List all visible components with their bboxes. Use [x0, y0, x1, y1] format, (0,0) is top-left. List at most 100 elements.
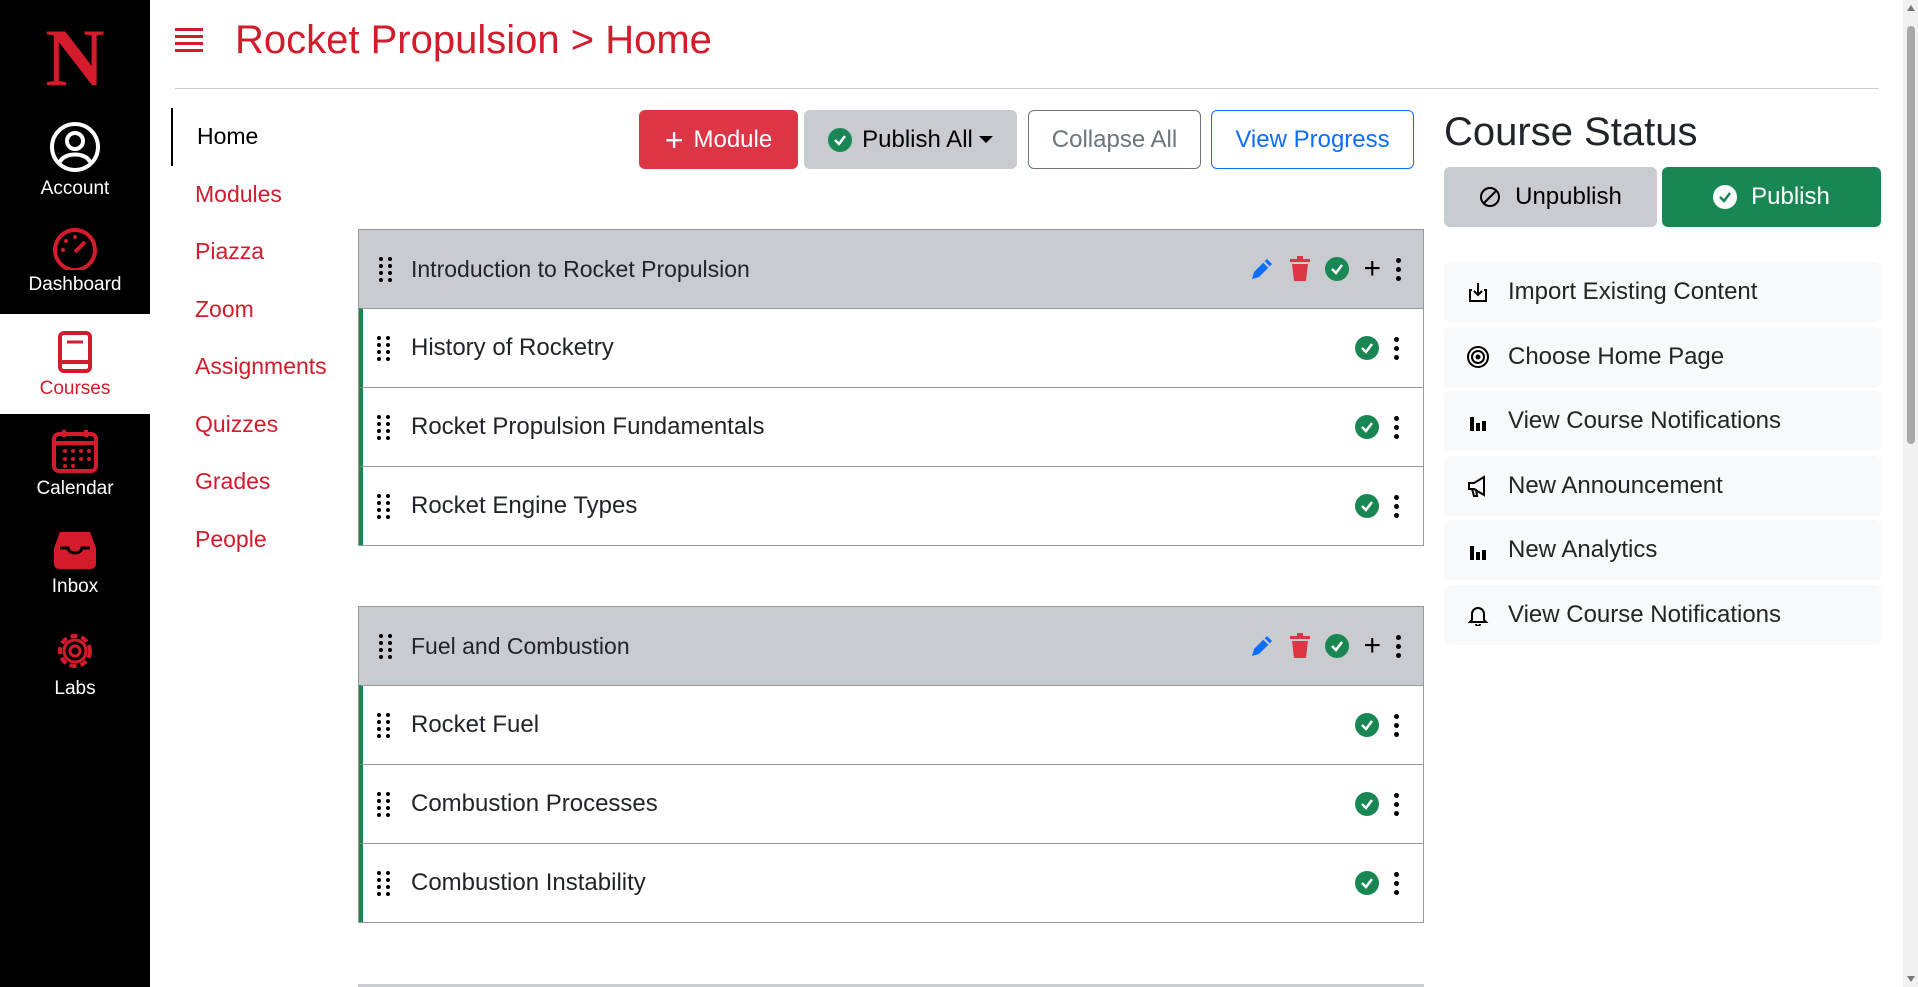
more-options-icon[interactable] — [1393, 494, 1399, 518]
course-nav-grades[interactable]: Grades — [171, 453, 351, 511]
ban-icon — [1480, 187, 1501, 207]
scroll-up-arrow-icon[interactable] — [1907, 5, 1915, 11]
drag-handle-icon[interactable] — [377, 331, 391, 365]
import-existing-content-button[interactable]: Import Existing Content — [1444, 262, 1881, 322]
action-label: Choose Home Page — [1508, 342, 1725, 370]
vertical-scrollbar[interactable] — [1903, 0, 1918, 987]
more-options-icon[interactable] — [1393, 336, 1399, 360]
publish-label: Publish — [1751, 183, 1830, 210]
more-options-icon[interactable] — [1393, 713, 1399, 737]
unpublish-label: Unpublish — [1515, 183, 1622, 210]
view-course-notifications-button[interactable]: View Course Notifications — [1444, 391, 1881, 451]
bar-chart-icon — [1466, 538, 1490, 562]
published-check-icon[interactable] — [1355, 871, 1379, 895]
trash-icon[interactable] — [1289, 256, 1311, 282]
nav-labs[interactable]: Labs — [0, 628, 150, 728]
caret-down-icon — [978, 136, 993, 143]
lesson-row[interactable]: Rocket Propulsion Fundamentals — [359, 387, 1423, 466]
add-module-button[interactable]: + Module — [639, 110, 798, 169]
nav-calendar[interactable]: Calendar — [0, 428, 150, 528]
plus-icon: + — [664, 121, 684, 158]
breadcrumb: Rocket Propulsion > Home — [235, 18, 712, 62]
more-options-icon[interactable] — [1395, 257, 1401, 281]
course-nav-assignments[interactable]: Assignments — [171, 338, 351, 396]
published-check-icon[interactable] — [1325, 257, 1350, 281]
edit-pencil-icon[interactable] — [1249, 256, 1275, 282]
more-options-icon[interactable] — [1393, 792, 1399, 816]
choose-home-page-button[interactable]: Choose Home Page — [1444, 326, 1881, 387]
drag-handle-icon[interactable] — [377, 866, 391, 900]
lesson-title[interactable]: Rocket Propulsion Fundamentals — [411, 413, 765, 441]
lesson-title[interactable]: Combustion Instability — [411, 869, 646, 897]
bell-icon — [1466, 603, 1490, 627]
lesson-row[interactable]: Combustion Processes — [359, 764, 1423, 843]
lesson-title[interactable]: Rocket Fuel — [411, 711, 539, 739]
drag-handle-icon[interactable] — [379, 629, 393, 663]
new-announcement-button[interactable]: New Announcement — [1444, 455, 1881, 516]
hamburger-menu-icon[interactable] — [175, 28, 203, 56]
course-nav-people[interactable]: People — [171, 511, 351, 569]
lesson-title[interactable]: History of Rocketry — [411, 334, 614, 362]
book-icon — [58, 331, 92, 373]
module-header: Fuel and Combustion + — [359, 607, 1423, 685]
published-check-icon[interactable] — [1355, 792, 1379, 816]
lesson-title[interactable]: Rocket Engine Types — [411, 492, 637, 520]
published-check-icon[interactable] — [1355, 415, 1379, 439]
action-label: View Course Notifications — [1508, 600, 1782, 628]
scrollbar-thumb[interactable] — [1907, 26, 1915, 444]
megaphone-icon — [1466, 474, 1490, 498]
check-circle-icon — [828, 127, 853, 152]
new-analytics-button[interactable]: New Analytics — [1444, 520, 1881, 580]
view-course-notifications-button[interactable]: View Course Notifications — [1444, 584, 1881, 645]
nav-courses[interactable]: Courses — [0, 314, 150, 414]
lesson-row[interactable]: Combustion Instability — [359, 843, 1423, 922]
drag-handle-icon[interactable] — [377, 410, 391, 444]
trash-icon[interactable] — [1289, 633, 1311, 659]
module-header: Introduction to Rocket Propulsion + — [359, 230, 1423, 308]
inbox-icon — [54, 532, 96, 569]
nav-label: Account — [40, 178, 110, 199]
lesson-title[interactable]: Combustion Processes — [411, 790, 658, 818]
add-module-label: Module — [693, 125, 773, 153]
published-check-icon[interactable] — [1355, 713, 1379, 737]
published-check-icon[interactable] — [1355, 336, 1379, 360]
drag-handle-icon[interactable] — [377, 489, 391, 523]
more-options-icon[interactable] — [1393, 415, 1399, 439]
university-logo[interactable]: N — [0, 17, 150, 99]
edit-pencil-icon[interactable] — [1249, 633, 1275, 659]
course-nav-home[interactable]: Home — [171, 108, 351, 166]
course-nav-piazza[interactable]: Piazza — [171, 223, 351, 281]
unpublish-button[interactable]: Unpublish — [1444, 167, 1657, 227]
module-card: Fuel and Combustion + Rocket Fuel Combus… — [358, 606, 1424, 923]
course-status-title: Course Status — [1444, 110, 1698, 154]
more-options-icon[interactable] — [1393, 871, 1399, 895]
add-item-plus-icon[interactable]: + — [1363, 254, 1381, 284]
course-nav: Home Modules Piazza Zoom Assignments Qui… — [171, 108, 351, 568]
course-nav-modules[interactable]: Modules — [171, 166, 351, 224]
nav-dashboard[interactable]: Dashboard — [0, 226, 150, 326]
scroll-down-arrow-icon[interactable] — [1907, 976, 1915, 982]
nav-label: Calendar — [36, 478, 114, 499]
drag-handle-icon[interactable] — [379, 252, 393, 286]
add-item-plus-icon[interactable]: + — [1363, 631, 1381, 661]
nav-inbox[interactable]: Inbox — [0, 528, 150, 628]
published-check-icon[interactable] — [1325, 634, 1350, 658]
more-options-icon[interactable] — [1395, 634, 1401, 658]
published-check-icon[interactable] — [1355, 494, 1379, 518]
view-progress-button[interactable]: View Progress — [1211, 110, 1414, 169]
dashboard-icon — [53, 228, 97, 270]
publish-button[interactable]: Publish — [1662, 167, 1881, 227]
drag-handle-icon[interactable] — [377, 708, 391, 742]
course-nav-quizzes[interactable]: Quizzes — [171, 396, 351, 454]
course-nav-zoom[interactable]: Zoom — [171, 281, 351, 339]
collapse-all-button[interactable]: Collapse All — [1028, 110, 1201, 169]
lesson-row[interactable]: Rocket Fuel — [359, 685, 1423, 764]
publish-all-button[interactable]: Publish All — [804, 110, 1017, 169]
lesson-row[interactable]: Rocket Engine Types — [359, 466, 1423, 545]
lesson-row[interactable]: History of Rocketry — [359, 308, 1423, 387]
nav-account[interactable]: Account — [0, 120, 150, 220]
drag-handle-icon[interactable] — [377, 787, 391, 821]
nav-label: Labs — [54, 678, 96, 699]
action-label: New Announcement — [1508, 471, 1723, 499]
target-icon — [1466, 345, 1490, 369]
